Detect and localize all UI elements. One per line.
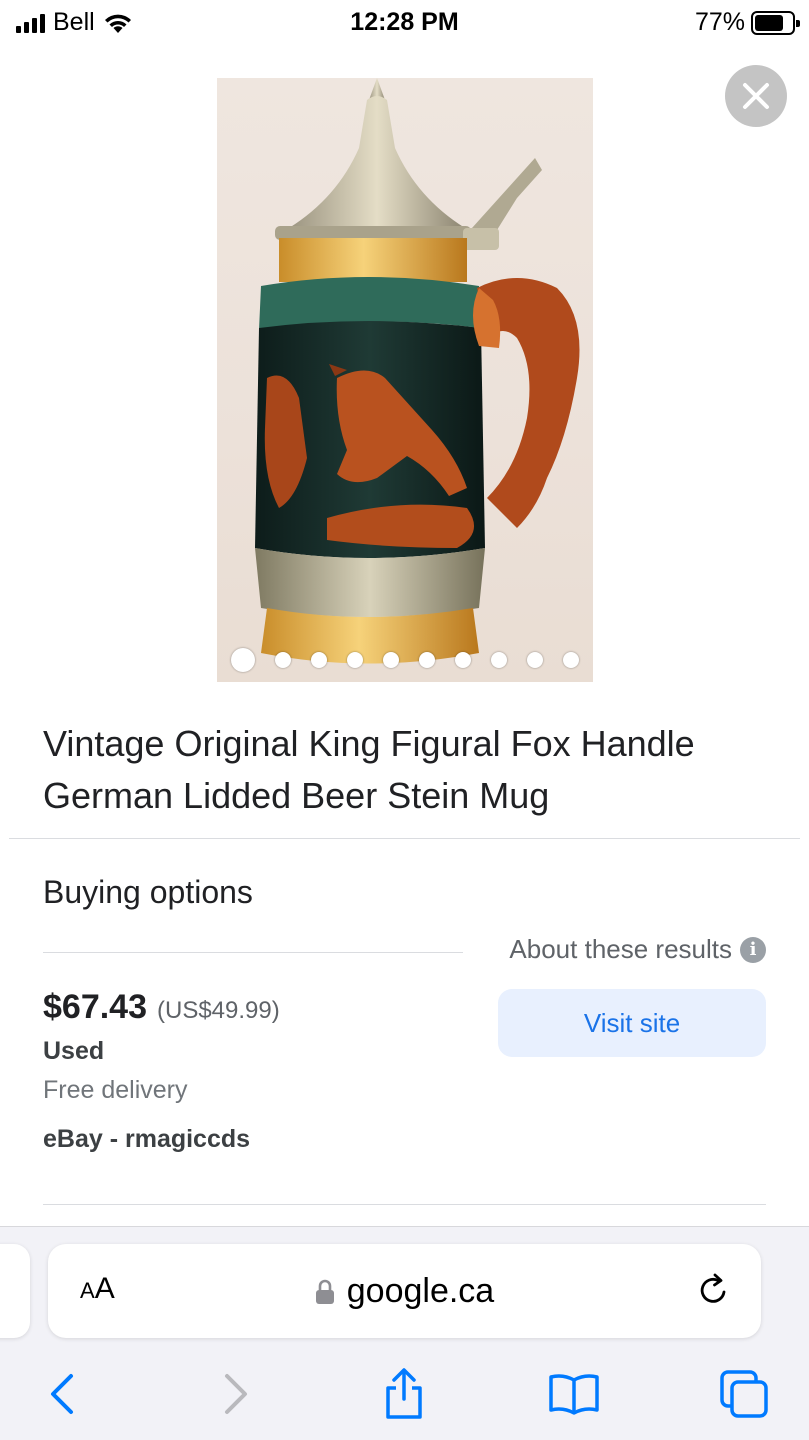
divider [9, 838, 800, 839]
close-button[interactable] [725, 65, 787, 127]
tabs-icon [720, 1370, 768, 1418]
forward-icon [225, 1374, 247, 1414]
pager-dot[interactable] [563, 652, 579, 668]
pager-dot[interactable] [491, 652, 507, 668]
price-row: $67.43 (US$49.99) [43, 988, 280, 1027]
previous-tab-preview[interactable] [0, 1244, 30, 1338]
pager-dot[interactable] [275, 652, 291, 668]
about-results-link[interactable]: About these results i [509, 934, 766, 965]
battery-icon [751, 10, 800, 35]
delivery-info: Free delivery [43, 1076, 188, 1104]
battery-level [755, 14, 783, 31]
pager-dot[interactable] [419, 652, 435, 668]
tabs-button[interactable] [714, 1364, 774, 1424]
pager-dot[interactable] [231, 648, 255, 672]
bookmarks-button[interactable] [544, 1364, 604, 1424]
reload-icon[interactable] [693, 1270, 733, 1310]
seller-name[interactable]: eBay - rmagiccds [43, 1125, 250, 1154]
back-button[interactable] [32, 1364, 92, 1424]
url-domain: google.ca [346, 1272, 495, 1310]
beer-stein-photo [255, 78, 580, 664]
url-display[interactable]: google.ca [48, 1272, 761, 1311]
visit-site-button[interactable]: Visit site [498, 989, 766, 1057]
pager-dot[interactable] [455, 652, 471, 668]
divider [43, 952, 463, 953]
bookmarks-icon [549, 1374, 599, 1415]
battery-percent: 77% [694, 8, 745, 36]
back-icon [51, 1374, 73, 1414]
forward-button[interactable] [206, 1364, 266, 1424]
status-time: 12:28 PM [350, 8, 459, 36]
pager-dot[interactable] [311, 652, 327, 668]
info-icon[interactable]: i [740, 936, 766, 963]
pager-dot[interactable] [527, 652, 543, 668]
share-icon [386, 1368, 422, 1419]
status-bar: Bell 12:28 PM 77% [0, 0, 809, 48]
product-image[interactable] [217, 78, 593, 682]
divider [43, 1204, 766, 1205]
status-right: 77% [694, 8, 800, 37]
price-usd: (US$49.99) [157, 997, 280, 1024]
about-results-label: About these results [509, 934, 732, 964]
buying-options-heading: Buying options [43, 874, 253, 910]
price: $67.43 [43, 988, 147, 1026]
address-bar[interactable]: AA google.ca [48, 1244, 761, 1338]
pager-dot[interactable] [347, 652, 363, 668]
lock-icon [315, 1279, 334, 1304]
share-button[interactable] [374, 1364, 434, 1424]
pager-dot[interactable] [383, 652, 399, 668]
product-title: Vintage Original King Figural Fox Handle… [43, 723, 695, 816]
close-icon [743, 83, 769, 109]
image-pager[interactable] [217, 648, 593, 672]
browser-toolbar [0, 1354, 809, 1430]
battery-tip [796, 19, 800, 27]
condition: Used [43, 1037, 105, 1065]
